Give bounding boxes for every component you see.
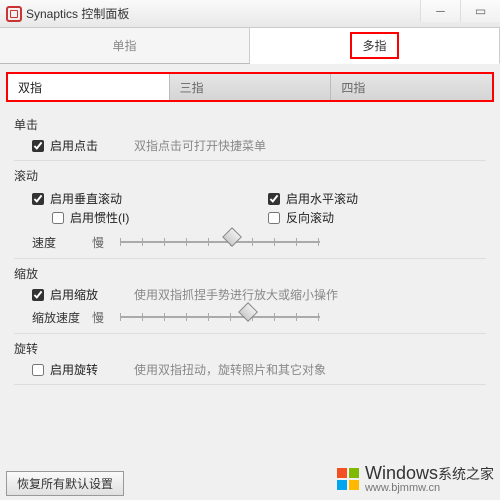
label-horizontal-scroll: 启用水平滚动 [286,190,358,207]
scroll-speed-label: 速度 [32,234,82,251]
section-rotate-title: 旋转 [14,340,486,357]
checkbox-vertical-scroll[interactable] [32,193,44,205]
footer: 恢复所有默认设置 [6,471,124,496]
section-click-title: 单击 [14,116,486,133]
checkbox-inertia[interactable] [52,212,64,224]
restore-defaults-button[interactable]: 恢复所有默认设置 [6,471,124,496]
watermark-brand: Windows [365,463,438,483]
section-scroll-title: 滚动 [14,167,486,184]
zoom-speed-slider[interactable] [120,307,320,327]
app-title: Synaptics 控制面板 [26,5,129,22]
window-buttons: ─ ▭ [420,0,500,22]
watermark: Windows系统之家 www.bjmmw.cn [337,463,494,494]
checkbox-enable-zoom[interactable] [32,289,44,301]
sub-tab-two[interactable]: 双指 [8,74,170,100]
click-description: 双指点击可打开快捷菜单 [134,137,266,154]
label-reverse-scroll: 反向滚动 [286,209,334,226]
zoom-description: 使用双指抓捏手势进行放大或缩小操作 [134,286,338,303]
windows-logo-icon [337,468,359,490]
label-enable-click: 启用点击 [50,137,98,154]
sub-tab-three[interactable]: 三指 [170,74,332,100]
watermark-sub: 系统之家 [438,466,494,482]
zoom-speed-label: 缩放速度 [32,309,82,326]
zoom-slow-label: 慢 [92,309,104,326]
rotate-description: 使用双指扭动，旋转照片和其它对象 [134,361,326,378]
scroll-slow-label: 慢 [92,234,104,251]
titlebar: Synaptics 控制面板 ─ ▭ [0,0,500,28]
maximize-button[interactable]: ▭ [460,0,500,22]
label-inertia: 启用惯性(I) [70,209,129,226]
app-icon [6,6,22,22]
content-panel: 单击 启用点击 双指点击可打开快捷菜单 滚动 启用垂直滚动 启用惯性(I) 启用… [0,102,500,385]
main-tab-multi[interactable]: 多指 [250,28,500,64]
sub-tabs: 双指 三指 四指 [6,72,494,102]
label-enable-rotate: 启用旋转 [50,361,98,378]
checkbox-reverse-scroll[interactable] [268,212,280,224]
main-tab-single[interactable]: 单指 [0,28,250,63]
checkbox-enable-click[interactable] [32,140,44,152]
label-vertical-scroll: 启用垂直滚动 [50,190,122,207]
scroll-speed-slider[interactable] [120,232,320,252]
label-enable-zoom: 启用缩放 [50,286,98,303]
minimize-button[interactable]: ─ [420,0,460,22]
section-zoom-title: 缩放 [14,265,486,282]
checkbox-horizontal-scroll[interactable] [268,193,280,205]
checkbox-enable-rotate[interactable] [32,364,44,376]
sub-tab-four[interactable]: 四指 [331,74,492,100]
main-tabs: 单指 多指 [0,28,500,64]
